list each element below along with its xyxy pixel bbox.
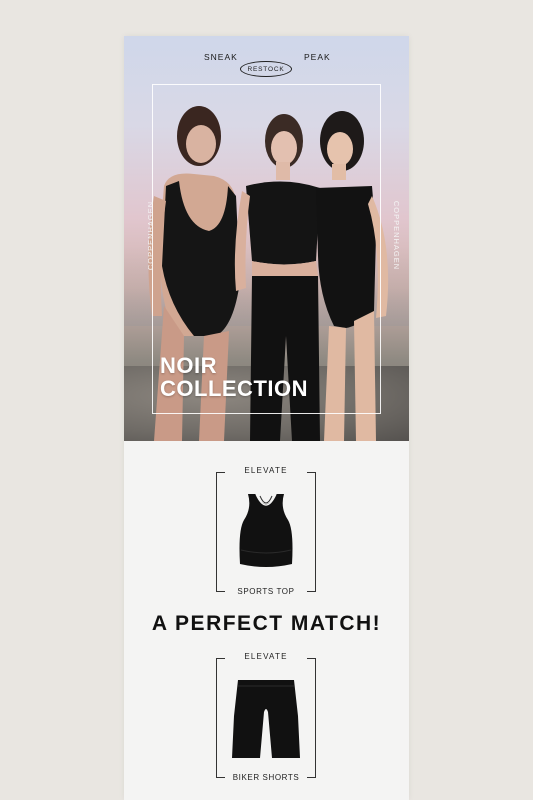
brand-right-text: PEAK (304, 52, 331, 62)
restock-badge: RESTOCK (240, 61, 292, 77)
product-bottom-label: SPORTS TOP (233, 587, 299, 596)
title-line-1: NOIR (160, 353, 217, 378)
bracket-right (307, 472, 316, 592)
product-top-label: ELEVATE (240, 652, 292, 661)
sports-top-image[interactable] (230, 490, 302, 572)
headline: A PERFECT MATCH! (151, 612, 382, 635)
hero-banner[interactable]: SNEAK PEAK RESTOCK COPPENHAGEN COPPENHAG… (124, 36, 409, 441)
biker-shorts-image[interactable] (230, 676, 302, 762)
brand-left-text: SNEAK (204, 52, 238, 62)
title-line-2: COLLECTION (160, 376, 308, 401)
bracket-left (216, 472, 225, 592)
side-label-left: COPPENHAGEN (146, 200, 156, 271)
collection-title: NOIR COLLECTION (160, 354, 308, 400)
product-sports-top[interactable]: ELEVATE SPORTS TOP (216, 466, 316, 596)
bracket-right (307, 658, 316, 778)
email-card: SNEAK PEAK RESTOCK COPPENHAGEN COPPENHAG… (124, 36, 409, 800)
product-bottom-label: BIKER SHORTS (228, 773, 304, 782)
product-biker-shorts[interactable]: ELEVATE BIKER SHORTS (216, 652, 316, 782)
product-top-label: ELEVATE (240, 466, 292, 475)
bracket-left (216, 658, 225, 778)
side-label-right: COPPENHAGEN (392, 200, 402, 271)
